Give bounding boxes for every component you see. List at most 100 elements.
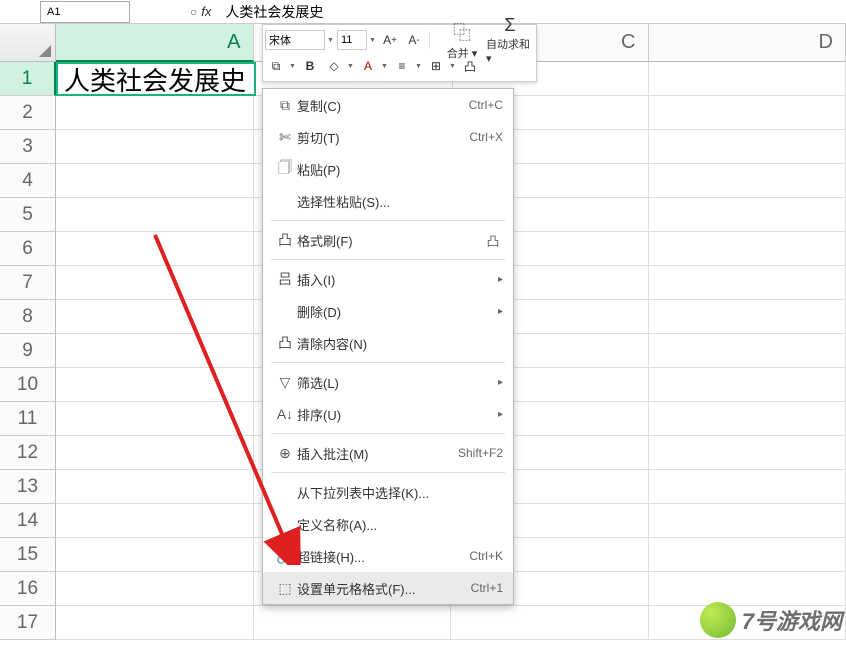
row-header[interactable]: 2 — [0, 96, 56, 130]
cell[interactable] — [649, 334, 846, 368]
row-header[interactable]: 5 — [0, 198, 56, 232]
row-header[interactable]: 1 — [0, 62, 56, 96]
bold-icon[interactable]: B — [299, 55, 321, 77]
menu-item[interactable]: 从下拉列表中选择(K)... — [263, 476, 513, 508]
cell[interactable] — [56, 334, 254, 368]
cell[interactable] — [56, 606, 254, 640]
formula-input[interactable]: 人类社会发展史 — [221, 2, 327, 22]
cell[interactable] — [649, 368, 846, 402]
cell[interactable] — [56, 470, 254, 504]
menu-item-label: 排序(U) — [297, 405, 498, 424]
menu-item[interactable]: 定义名称(A)... — [263, 508, 513, 540]
cell[interactable] — [254, 606, 452, 640]
cell[interactable] — [649, 198, 846, 232]
increase-font-icon[interactable]: A+ — [379, 29, 401, 51]
formula-bar: A1 ○ fx 人类社会发展史 — [0, 0, 846, 24]
chevron-down-icon[interactable]: ▼ — [347, 63, 355, 70]
chevron-down-icon[interactable]: ▼ — [381, 63, 389, 70]
row-header[interactable]: 9 — [0, 334, 56, 368]
menu-item[interactable]: A↓排序(U)▸ — [263, 398, 513, 430]
row-header[interactable]: 13 — [0, 470, 56, 504]
row-header[interactable]: 7 — [0, 266, 56, 300]
watermark-logo-icon — [700, 602, 736, 638]
cell[interactable] — [56, 198, 254, 232]
cell[interactable] — [56, 504, 254, 538]
cell[interactable] — [649, 504, 846, 538]
menu-item-label: 筛选(L) — [297, 373, 498, 392]
row-header[interactable]: 16 — [0, 572, 56, 606]
menu-separator — [271, 220, 505, 221]
row-header[interactable]: 15 — [0, 538, 56, 572]
fx-label[interactable]: fx — [201, 4, 211, 19]
cell[interactable] — [649, 470, 846, 504]
cell[interactable] — [649, 232, 846, 266]
menu-item[interactable]: ▽筛选(L)▸ — [263, 366, 513, 398]
cell[interactable]: 人类社会发展史 — [56, 62, 256, 96]
decrease-font-icon[interactable]: A- — [403, 29, 425, 51]
cell[interactable] — [649, 62, 846, 96]
row-header[interactable]: 4 — [0, 164, 56, 198]
cell[interactable] — [56, 368, 254, 402]
cell[interactable] — [56, 266, 254, 300]
menu-item-label: 格式刷(F) — [297, 231, 483, 250]
chevron-down-icon[interactable]: ▼ — [289, 63, 297, 70]
cell[interactable] — [649, 572, 846, 606]
cell[interactable] — [56, 232, 254, 266]
cell[interactable] — [649, 130, 846, 164]
cell[interactable] — [649, 300, 846, 334]
cell[interactable] — [56, 436, 254, 470]
chevron-down-icon[interactable]: ▼ — [327, 37, 335, 44]
cell[interactable] — [649, 96, 846, 130]
menu-separator — [271, 433, 505, 434]
border-icon[interactable]: ⊞ — [425, 55, 447, 77]
font-select[interactable] — [265, 30, 325, 50]
row-header[interactable]: 12 — [0, 436, 56, 470]
menu-item[interactable]: 凸清除内容(N) — [263, 327, 513, 359]
col-header-d[interactable]: D — [649, 24, 846, 62]
row-header[interactable]: 11 — [0, 402, 56, 436]
align-icon[interactable]: ≡ — [391, 55, 413, 77]
cell[interactable] — [649, 436, 846, 470]
fill-color-icon[interactable]: ◇ — [323, 55, 345, 77]
cell[interactable] — [56, 164, 254, 198]
chevron-down-icon[interactable]: ▼ — [369, 37, 377, 44]
cell[interactable] — [56, 572, 254, 606]
menu-item[interactable]: 吕插入(I)▸ — [263, 263, 513, 295]
menu-item[interactable]: 🗍粘贴(P) — [263, 153, 513, 185]
format-painter-icon[interactable]: 凸 — [459, 55, 481, 77]
cell[interactable] — [649, 538, 846, 572]
cell[interactable] — [649, 266, 846, 300]
menu-item[interactable]: ⧉复制(C)Ctrl+C — [263, 89, 513, 121]
menu-item[interactable]: ✄剪切(T)Ctrl+X — [263, 121, 513, 153]
copy-icon[interactable]: ⧉ — [265, 55, 287, 77]
menu-item[interactable]: 🔗超链接(H)...Ctrl+K — [263, 540, 513, 572]
menu-item[interactable]: ⊕插入批注(M)Shift+F2 — [263, 437, 513, 469]
col-header-a[interactable]: A — [56, 24, 254, 62]
cell-name-box[interactable]: A1 — [40, 1, 130, 23]
menu-item[interactable]: ⬚设置单元格格式(F)...Ctrl+1 — [263, 572, 513, 604]
row-header[interactable]: 3 — [0, 130, 56, 164]
chevron-down-icon[interactable]: ▼ — [415, 63, 423, 70]
row-header[interactable]: 6 — [0, 232, 56, 266]
select-all-corner[interactable] — [0, 24, 56, 62]
cell[interactable] — [56, 130, 254, 164]
menu-item[interactable]: 删除(D)▸ — [263, 295, 513, 327]
chevron-down-icon[interactable]: ▼ — [449, 63, 457, 70]
menu-item-icon: ⬚ — [273, 580, 297, 597]
cell[interactable] — [56, 300, 254, 334]
menu-item[interactable]: 选择性粘贴(S)... — [263, 185, 513, 217]
row-header[interactable]: 17 — [0, 606, 56, 640]
cell[interactable] — [56, 402, 254, 436]
row-header[interactable]: 10 — [0, 368, 56, 402]
row-header[interactable]: 14 — [0, 504, 56, 538]
font-size-select[interactable] — [337, 30, 367, 50]
cell[interactable] — [451, 606, 649, 640]
menu-item[interactable]: 凸格式刷(F)凸 — [263, 224, 513, 256]
watermark-text: 7号游戏网 — [742, 604, 842, 636]
row-header[interactable]: 8 — [0, 300, 56, 334]
cell[interactable] — [56, 96, 254, 130]
font-color-icon[interactable]: A — [357, 55, 379, 77]
cell[interactable] — [649, 164, 846, 198]
cell[interactable] — [56, 538, 254, 572]
cell[interactable] — [649, 402, 846, 436]
